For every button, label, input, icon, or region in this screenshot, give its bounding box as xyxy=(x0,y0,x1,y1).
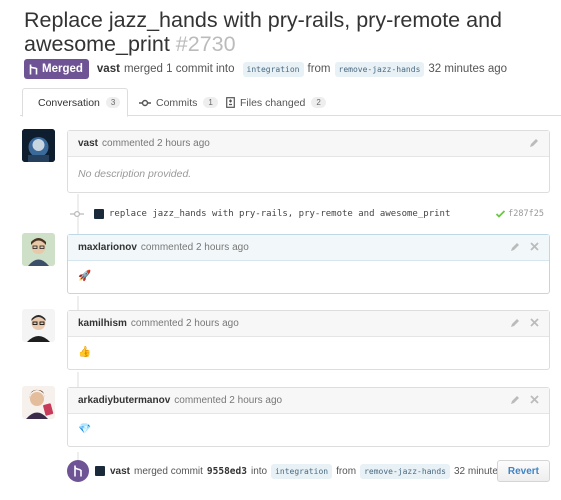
avatar[interactable] xyxy=(22,386,55,419)
commit-row: replace jazz_hands with pry-rails, pry-r… xyxy=(70,206,550,222)
status-badge: Merged xyxy=(24,59,89,79)
merged-text: merged 1 commit into xyxy=(123,63,235,75)
pr-title: Replace jazz_hands with pry-rails, pry-r… xyxy=(24,8,502,56)
avatar[interactable] xyxy=(22,233,55,266)
into-text: into xyxy=(250,465,268,477)
comment-author[interactable]: arkadiybutermanov xyxy=(78,395,170,406)
merge-author[interactable]: vast xyxy=(110,466,130,477)
comment-time[interactable]: commented 2 hours ago xyxy=(102,138,210,149)
close-icon[interactable] xyxy=(530,318,539,327)
rocket-emoji: 🚀 xyxy=(78,270,92,282)
comment: vast commented 2 hours ago No descriptio… xyxy=(67,130,550,193)
comment-author[interactable]: kamilhism xyxy=(78,318,127,329)
avatar[interactable] xyxy=(95,466,105,476)
tab-conversation[interactable]: Conversation 3 xyxy=(22,88,128,117)
comment: kamilhism commented 2 hours ago 👍 xyxy=(67,310,550,370)
tab-files-changed[interactable]: Files changed 2 xyxy=(226,88,326,117)
pr-author[interactable]: vast xyxy=(97,63,120,75)
comment-body: 🚀 xyxy=(68,261,549,293)
close-icon[interactable] xyxy=(530,395,539,404)
pr-number: #2730 xyxy=(175,32,236,56)
commit-sha[interactable]: f287f25 xyxy=(508,209,544,219)
comment-body: 👍 xyxy=(68,337,549,369)
pencil-icon[interactable] xyxy=(510,318,520,328)
tab-count: 2 xyxy=(311,97,326,108)
comment: maxlarionov commented 2 hours ago 🚀 xyxy=(67,234,550,294)
comment-time[interactable]: commented 2 hours ago xyxy=(131,318,239,329)
comment-author[interactable]: vast xyxy=(78,138,98,149)
merge-icon xyxy=(67,460,89,482)
comment-body: 💎 xyxy=(68,414,549,446)
comment-body: No description provided. xyxy=(78,168,192,180)
avatar[interactable] xyxy=(22,129,55,162)
comment-time[interactable]: commented 2 hours ago xyxy=(174,395,282,406)
merge-event: vast merged commit 9558ed3 into integrat… xyxy=(67,458,550,484)
comment: arkadiybutermanov commented 2 hours ago … xyxy=(67,387,550,447)
file-diff-icon xyxy=(226,97,235,108)
merge-icon xyxy=(29,64,38,74)
comment-header: arkadiybutermanov commented 2 hours ago xyxy=(68,388,549,414)
tab-commits[interactable]: Commits 1 xyxy=(139,88,218,117)
commit-icon xyxy=(70,210,84,218)
avatar[interactable] xyxy=(94,209,104,219)
close-icon[interactable] xyxy=(530,242,539,251)
comment-author[interactable]: maxlarionov xyxy=(78,242,137,253)
comment-header: maxlarionov commented 2 hours ago xyxy=(68,235,549,261)
merged-time: 32 minutes ago xyxy=(428,63,508,75)
tab-count: 1 xyxy=(203,97,218,108)
pr-tabs: Conversation 3 Commits 1 Files changed 2 xyxy=(20,88,561,117)
base-branch[interactable]: integration xyxy=(242,61,304,77)
from-text: from xyxy=(307,63,331,75)
page-title: Replace jazz_hands with pry-rails, pry-r… xyxy=(24,8,544,56)
thumbs-up-emoji: 👍 xyxy=(78,346,92,358)
pencil-icon[interactable] xyxy=(529,138,539,148)
comment-header: vast commented 2 hours ago xyxy=(68,131,549,157)
comment-header: kamilhism commented 2 hours ago xyxy=(68,311,549,337)
pr-meta: Merged vast merged 1 commit into integra… xyxy=(24,59,511,79)
pencil-icon[interactable] xyxy=(510,242,520,252)
revert-button[interactable]: Revert xyxy=(496,460,550,482)
gem-emoji: 💎 xyxy=(78,423,92,435)
pencil-icon[interactable] xyxy=(510,395,520,405)
commit-message[interactable]: replace jazz_hands with pry-rails, pry-r… xyxy=(109,209,450,219)
avatar[interactable] xyxy=(22,309,55,342)
timeline-line xyxy=(77,372,79,388)
check-icon xyxy=(496,210,506,218)
commit-icon xyxy=(139,99,151,106)
merge-text: merged commit xyxy=(134,465,203,477)
timeline-line xyxy=(77,296,79,310)
from-text: from xyxy=(336,465,357,477)
base-branch[interactable]: integration xyxy=(271,463,333,479)
head-branch[interactable]: remove-jazz-hands xyxy=(334,61,425,77)
merge-sha[interactable]: 9558ed3 xyxy=(207,466,247,477)
comment-time[interactable]: commented 2 hours ago xyxy=(141,242,249,253)
head-branch[interactable]: remove-jazz-hands xyxy=(360,463,450,479)
tab-count: 3 xyxy=(105,97,121,108)
